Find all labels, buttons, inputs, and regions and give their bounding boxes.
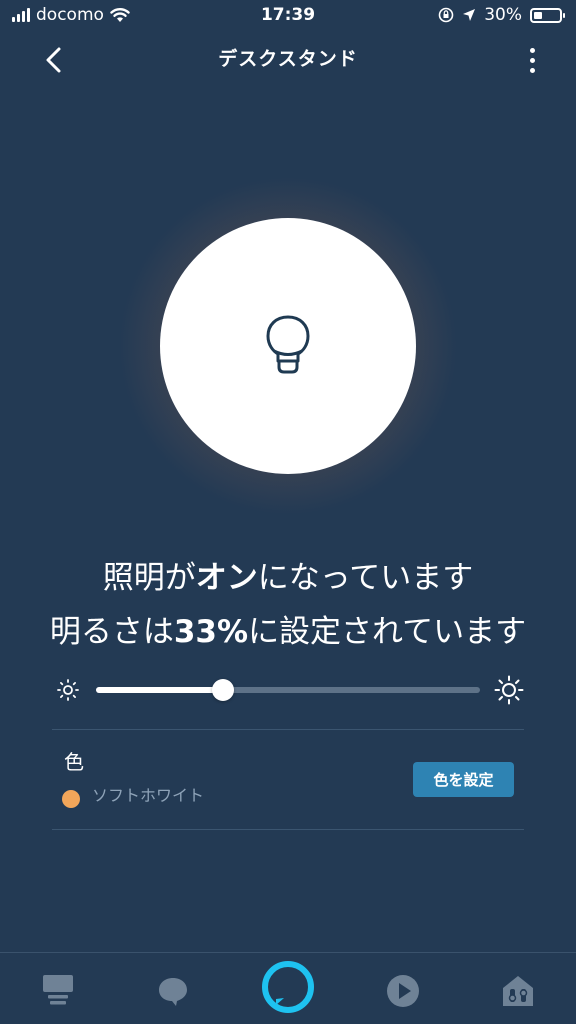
header: デスクスタンド — [0, 32, 576, 88]
more-vertical-icon — [529, 47, 535, 53]
set-color-button[interactable]: 色を設定 — [413, 762, 514, 797]
nav-devices[interactable] — [488, 963, 548, 1019]
power-status-prefix: 照明が — [102, 560, 196, 596]
nav-alexa[interactable] — [258, 959, 318, 1015]
brightness-slider[interactable] — [54, 672, 524, 708]
current-color-name: ソフトホワイト — [92, 786, 205, 805]
page-title: デスクスタンド — [218, 48, 358, 70]
devices-icon — [503, 976, 533, 1006]
status-bar-right: 30% — [438, 5, 565, 25]
brightness-status-text: 明るさは33%に設定されています — [0, 606, 576, 651]
light-toggle-button[interactable] — [160, 218, 416, 474]
home-icon — [43, 975, 73, 1005]
power-status-suffix: になっています — [257, 560, 474, 596]
nav-communicate[interactable] — [143, 963, 203, 1019]
status-bar: docomo 17:39 30% — [0, 0, 576, 32]
battery-icon — [530, 7, 565, 23]
play-icon — [387, 975, 419, 1007]
alexa-icon — [262, 961, 314, 1013]
battery-percent: 30% — [484, 5, 522, 25]
brightness-status-suffix: に設定されています — [248, 614, 527, 650]
power-status-value: オン — [195, 560, 258, 596]
lightbulb-icon — [266, 315, 310, 374]
slider-track[interactable] — [96, 679, 480, 701]
location-arrow-icon — [463, 9, 476, 21]
nav-play[interactable] — [373, 963, 433, 1019]
communicate-icon — [159, 978, 187, 1006]
slider-fill — [96, 687, 223, 693]
bottom-nav — [0, 952, 576, 1024]
divider — [52, 729, 524, 730]
brightness-low-icon — [57, 679, 79, 701]
brightness-status-value: 33% — [173, 614, 249, 650]
current-color-swatch — [62, 790, 80, 808]
more-options-button[interactable] — [524, 42, 540, 78]
divider — [52, 829, 524, 830]
slider-thumb[interactable] — [211, 679, 234, 701]
nav-home[interactable] — [28, 963, 88, 1019]
power-status-text: 照明がオンになっています — [0, 552, 576, 597]
brightness-status-prefix: 明るさは — [49, 614, 174, 650]
color-section-label: 色 — [64, 750, 84, 774]
brightness-high-icon — [494, 675, 524, 705]
rotation-lock-icon — [438, 7, 454, 23]
